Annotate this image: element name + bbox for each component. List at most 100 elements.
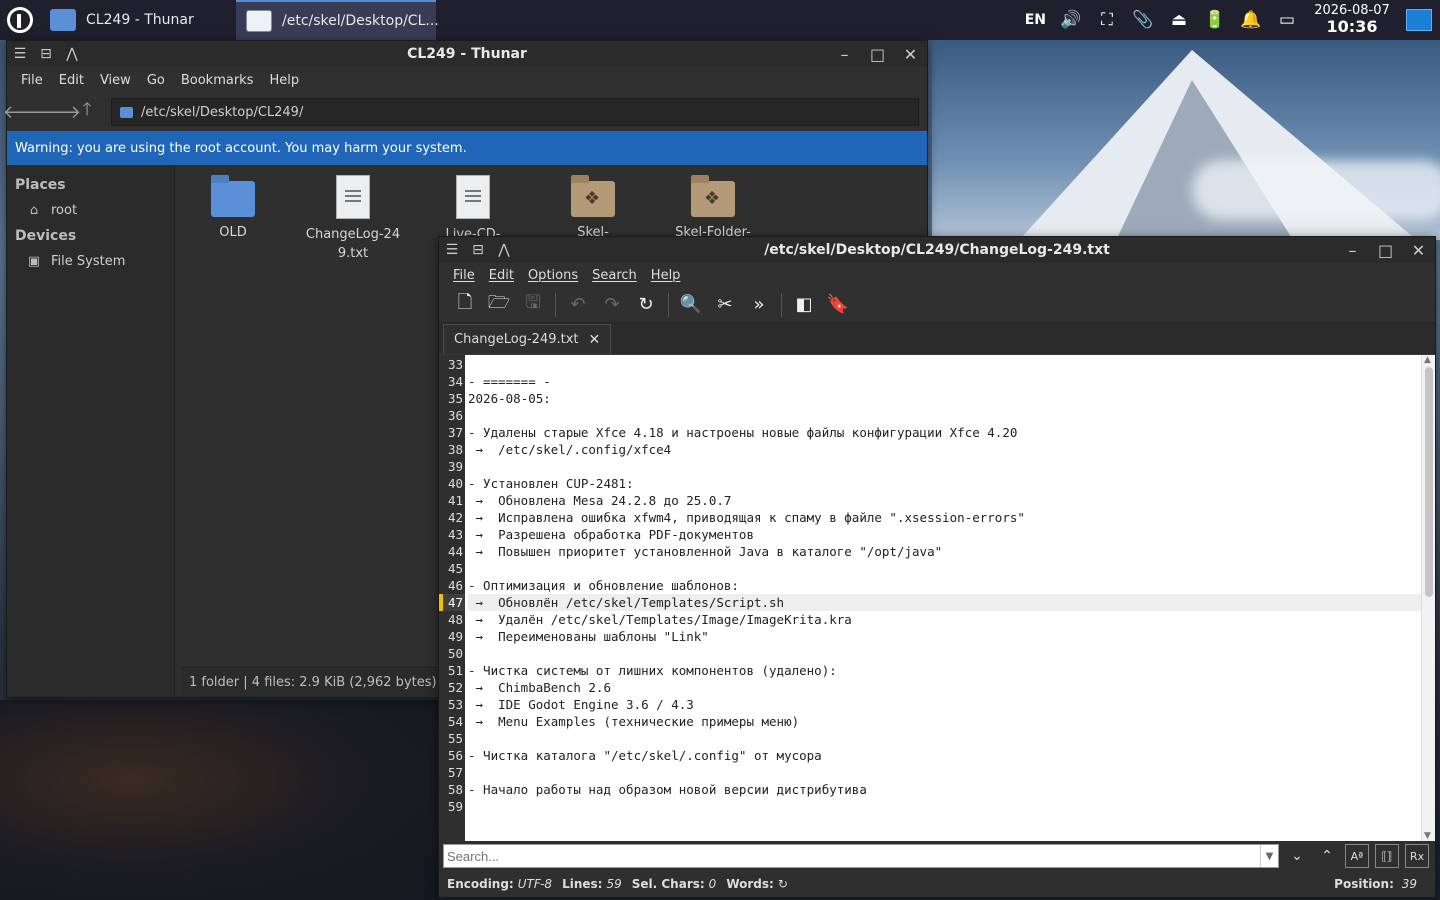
text-line[interactable] [468, 560, 1421, 577]
match-case-icon[interactable]: Aª [1345, 844, 1369, 868]
stick-icon[interactable]: ⊟ [465, 237, 491, 263]
volume-icon[interactable]: 🔊 [1060, 9, 1082, 31]
window-menu-icon[interactable]: ☰ [439, 237, 465, 263]
forward-arrow-icon[interactable]: 🡒 [33, 100, 81, 124]
text-line[interactable]: - Оптимизация и обновление шаблонов: [468, 577, 1421, 594]
search-next-icon[interactable]: ⌄ [1285, 844, 1309, 868]
text-line[interactable]: - Чистка системы от лишних компонентов (… [468, 662, 1421, 679]
scroll-up-icon[interactable]: ▲ [1424, 355, 1431, 365]
close-tab-icon[interactable]: ✕ [589, 332, 601, 348]
menu-view[interactable]: View [94, 73, 137, 88]
mousepad-titlebar[interactable]: ☰ ⊟ ⋀ /etc/skel/Desktop/CL249/ChangeLog-… [439, 237, 1435, 263]
search-history-dropdown-icon[interactable]: ▼ [1260, 845, 1278, 867]
text-line[interactable] [468, 764, 1421, 781]
menu-help[interactable]: Help [263, 73, 305, 88]
file-item[interactable]: Skel- [539, 175, 647, 242]
keyboard-layout[interactable]: EN [1025, 12, 1046, 28]
clock[interactable]: 2026-08-07 10:36 [1312, 3, 1392, 36]
menu-bookmarks[interactable]: Bookmarks [175, 73, 260, 88]
shade-icon[interactable]: ⋀ [491, 237, 517, 263]
text-line[interactable]: → Удалён /etc/skel/Templates/Image/Image… [468, 611, 1421, 628]
whole-word-icon[interactable]: ⟦⟧ [1375, 844, 1399, 868]
text-line[interactable] [468, 730, 1421, 747]
minimize-icon[interactable]: – [828, 41, 861, 67]
paperclip-icon[interactable]: 📎 [1132, 9, 1154, 31]
maximize-icon[interactable]: □ [861, 41, 894, 67]
close-icon[interactable]: ✕ [894, 41, 927, 67]
go-to-line-icon[interactable]: » [745, 291, 773, 319]
redo-icon[interactable]: ↷ [598, 291, 626, 319]
undo-icon[interactable]: ↶ [564, 291, 592, 319]
menu-file[interactable]: File [15, 73, 49, 88]
search-icon[interactable]: 🔍 [677, 291, 705, 319]
text-line[interactable]: - Установлен CUP-2481: [468, 475, 1421, 492]
text-line[interactable] [468, 407, 1421, 424]
sidebar-item-root[interactable]: ⌂ root [7, 199, 174, 222]
app-menu-logo-icon[interactable] [0, 0, 40, 40]
window-menu-icon[interactable]: ☰ [7, 41, 33, 67]
file-item[interactable]: ChangeLog-249.txt [299, 175, 407, 263]
text-line[interactable]: - Начало работы над образом новой версии… [468, 781, 1421, 798]
stick-icon[interactable]: ⊟ [33, 41, 59, 67]
scroll-down-icon[interactable]: ▼ [1424, 831, 1431, 841]
text-line[interactable]: → IDE Godot Engine 3.6 / 4.3 [468, 696, 1421, 713]
regex-icon[interactable]: Rx [1405, 844, 1429, 868]
shade-icon[interactable]: ⋀ [59, 41, 85, 67]
find-replace-icon[interactable]: ✂ [711, 291, 739, 319]
text-line[interactable] [468, 356, 1421, 373]
new-document-icon[interactable]: 🗋 [451, 291, 479, 319]
menu-search[interactable]: Search [586, 268, 643, 283]
search-previous-icon[interactable]: ⌃ [1315, 844, 1339, 868]
task-thunar[interactable]: CL249 - Thunar [40, 0, 236, 40]
tab-changelog[interactable]: ChangeLog-249.txt ✕ [443, 324, 612, 354]
minimize-icon[interactable]: – [1336, 237, 1369, 263]
side-pane-icon[interactable]: ◧ [790, 291, 818, 319]
eject-icon[interactable]: ⏏ [1168, 9, 1190, 31]
notification-bell-icon[interactable]: 🔔 [1240, 9, 1262, 31]
open-folder-icon[interactable]: 🗁 [485, 291, 513, 319]
text-line[interactable] [468, 458, 1421, 475]
text-line[interactable]: → ChimbaBench 2.6 [468, 679, 1421, 696]
file-item[interactable]: Live-CD- [419, 175, 527, 244]
menu-file[interactable]: File [447, 268, 481, 283]
text-line[interactable]: → Переименованы шаблоны "Link" [468, 628, 1421, 645]
text-line[interactable]: - Удалены старые Xfce 4.18 и настроены н… [468, 424, 1421, 441]
menu-edit[interactable]: Edit [483, 268, 520, 283]
screen-capture-icon[interactable]: ⛶ [1096, 9, 1118, 31]
text-editor[interactable]: 33 34 35 36 37 38 39 40 41 42 43 44 45 46 47 48 49 50 51 52… [439, 355, 1435, 841]
thunar-titlebar[interactable]: ☰ ⊟ ⋀ CL249 - Thunar – □ ✕ [7, 41, 927, 67]
vertical-scrollbar[interactable]: ▲ ▼ [1421, 355, 1435, 841]
close-icon[interactable]: ✕ [1402, 237, 1435, 263]
menu-edit[interactable]: Edit [53, 73, 90, 88]
menu-options[interactable]: Options [522, 268, 584, 283]
text-line[interactable] [468, 798, 1421, 815]
workspace-switcher-icon[interactable]: ▭ [1276, 9, 1298, 31]
text-line[interactable]: → Menu Examples (технические примеры мен… [468, 713, 1421, 730]
text-area[interactable]: - ======= -2026-08-05: - Удалены старые X… [465, 355, 1421, 841]
search-field[interactable]: ▼ [443, 844, 1279, 868]
reload-icon[interactable]: ↻ [632, 291, 660, 319]
text-line[interactable]: - Чистка каталога "/etc/skel/.config" от… [468, 747, 1421, 764]
menu-go[interactable]: Go [141, 73, 171, 88]
file-item[interactable]: Skel-Folder- [659, 175, 767, 242]
text-line[interactable]: → Обновлён /etc/skel/Templates/Script.sh [468, 594, 1421, 611]
file-item[interactable]: OLD [179, 175, 287, 242]
location-bar[interactable]: /etc/skel/Desktop/CL249/ [111, 98, 919, 126]
text-line[interactable]: → Обновлена Mesa 24.2.8 до 25.0.7 [468, 492, 1421, 509]
encoding-value[interactable]: UTF-8 [518, 877, 552, 891]
maximize-icon[interactable]: □ [1369, 237, 1402, 263]
text-line[interactable]: - ======= - [468, 373, 1421, 390]
search-input[interactable] [444, 845, 1260, 867]
scrollbar-thumb[interactable] [1425, 367, 1433, 597]
task-mousepad[interactable]: /etc/skel/Desktop/CL... [236, 0, 439, 40]
text-line[interactable]: → Повышен приоритет установленной Java в… [468, 543, 1421, 560]
save-icon[interactable]: 🖫 [519, 291, 547, 319]
bookmark-icon[interactable]: 🔖 [824, 291, 852, 319]
sidebar-item-file-system[interactable]: ▣ File System [7, 250, 174, 273]
text-line[interactable]: → Разрешена обработка PDF-документов [468, 526, 1421, 543]
menu-help[interactable]: Help [645, 268, 687, 283]
text-line[interactable] [468, 645, 1421, 662]
text-line[interactable]: 2026-08-05: [468, 390, 1421, 407]
text-line[interactable]: → /etc/skel/.config/xfce4 [468, 441, 1421, 458]
show-desktop-button[interactable] [1406, 9, 1432, 31]
